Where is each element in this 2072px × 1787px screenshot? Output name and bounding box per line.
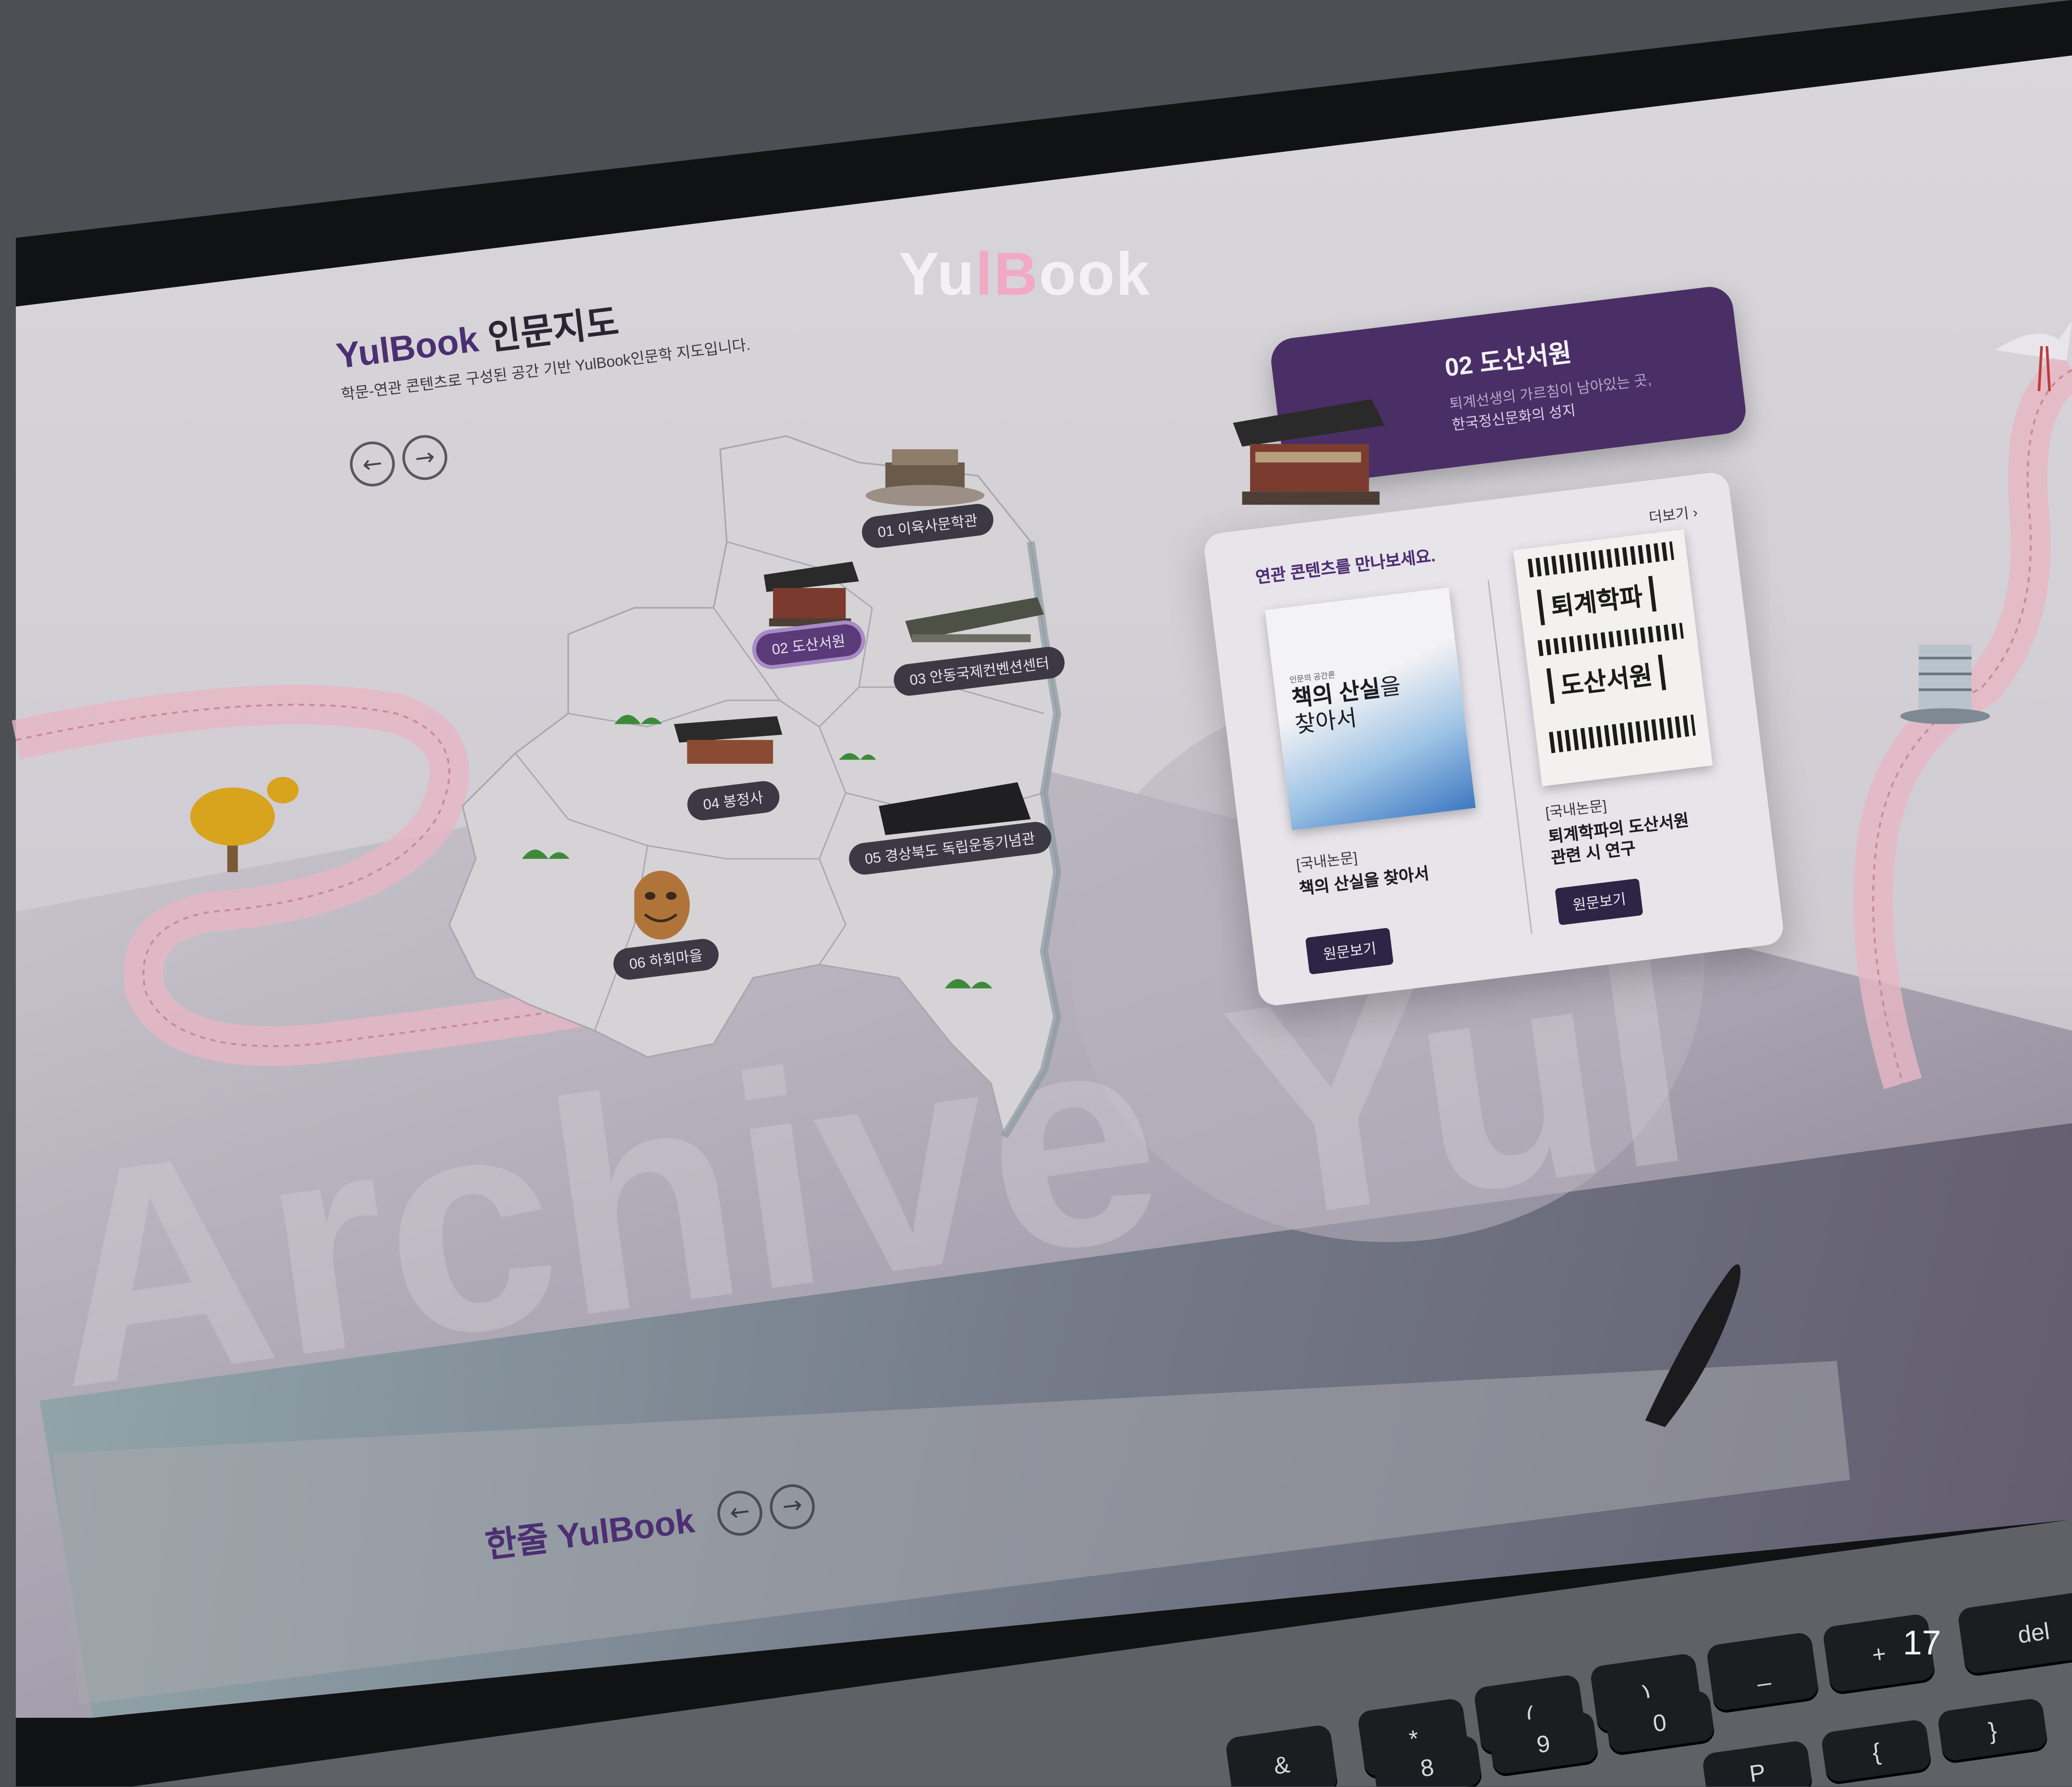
key-ampersand: & (1225, 1724, 1339, 1787)
keyboard: & * ( ) _ + del 8 9 0 P { } (0, 0, 2072, 1787)
key-brace-open: { (1820, 1718, 1933, 1786)
key-brace-close: } (1937, 1697, 2049, 1765)
key-p: P (1701, 1739, 1814, 1787)
key-delete: del (1957, 1589, 2072, 1677)
page-number: 17 (1902, 1622, 1941, 1663)
key-underscore: _ (1705, 1631, 1820, 1714)
mockup-stage: Archive Yul YulBook YulBook 인문지도 학문-연관 콘… (0, 0, 2072, 1787)
